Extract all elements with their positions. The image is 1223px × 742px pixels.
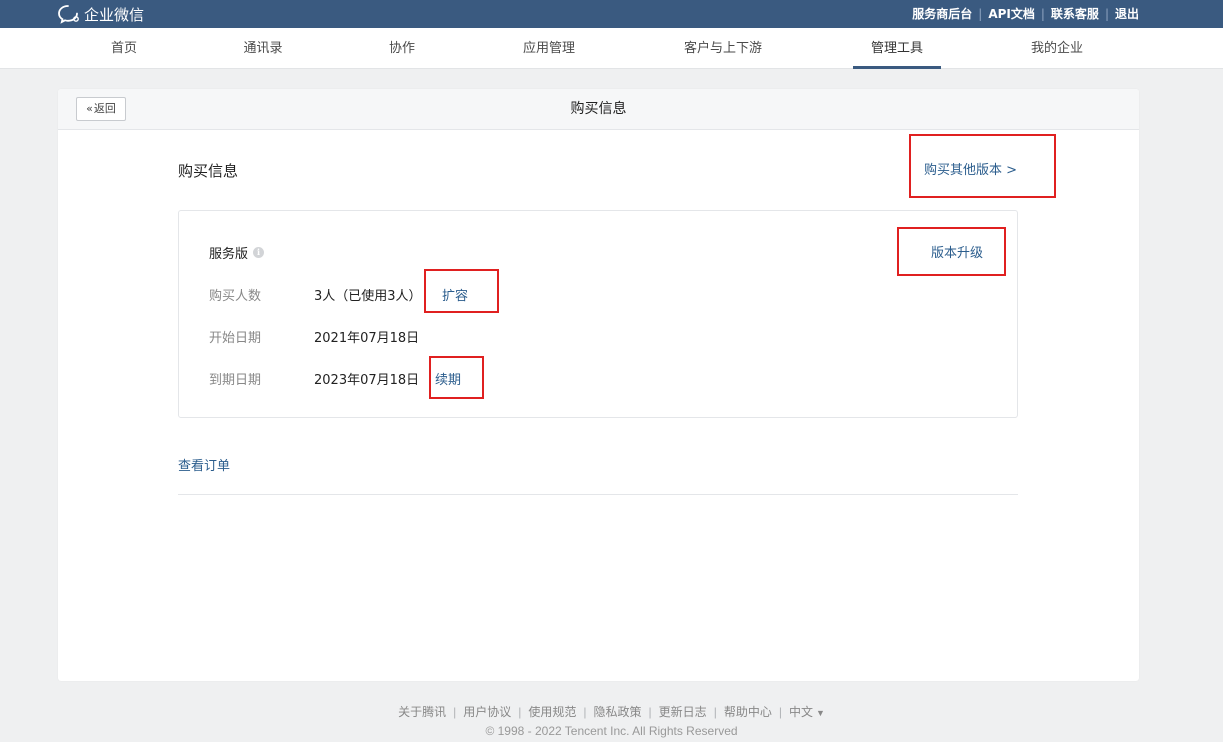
section-title: 购买信息 xyxy=(178,162,239,180)
renew-link[interactable]: 续期 xyxy=(435,369,461,388)
separator: | xyxy=(713,705,717,719)
separator: | xyxy=(1104,6,1109,21)
start-date-label: 开始日期 xyxy=(209,331,262,346)
active-tab-indicator xyxy=(853,66,941,69)
top-links: 服务商后台 | API文档 | 联系客服 | 退出 xyxy=(912,5,1139,22)
brand-logo[interactable]: 企业微信 xyxy=(58,3,144,25)
plan-name: 服务版 i xyxy=(209,243,265,262)
back-button-label: 返回 xyxy=(93,102,116,115)
seat-count-value: 3人（已使用3人） xyxy=(314,289,422,304)
purchase-info-card: 购买信息 «返回 购买信息 购买其他版本 > 服务版 i 版本升级 购买人数 3… xyxy=(58,89,1139,681)
nav-app-management[interactable]: 应用管理 xyxy=(523,28,575,69)
nav-my-enterprise[interactable]: 我的企业 xyxy=(1031,28,1083,69)
expiry-date-label: 到期日期 xyxy=(209,373,262,388)
plan-name-label: 服务版 xyxy=(209,247,249,262)
nav-collaboration[interactable]: 协作 xyxy=(389,28,415,69)
api-docs-link[interactable]: API文档 xyxy=(988,5,1035,22)
double-chevron-left-icon: « xyxy=(86,102,93,115)
contact-support-link[interactable]: 联系客服 xyxy=(1051,5,1099,22)
footer-link-changelog[interactable]: 更新日志 xyxy=(659,705,707,719)
footer-link-usage-rules[interactable]: 使用规范 xyxy=(528,705,576,719)
page-title: 购买信息 xyxy=(570,101,627,117)
seat-count-label: 购买人数 xyxy=(209,289,262,304)
nav-contacts[interactable]: 通讯录 xyxy=(243,28,282,69)
copyright: © 1998 - 2022 Tencent Inc. All Rights Re… xyxy=(485,724,738,738)
buy-other-version-link[interactable]: 购买其他版本 > xyxy=(924,159,1017,178)
separator: | xyxy=(583,705,587,719)
nav-management-tools[interactable]: 管理工具 xyxy=(871,28,923,69)
top-bar: 企业微信 服务商后台 | API文档 | 联系客服 | 退出 xyxy=(0,0,1223,28)
footer-link-privacy[interactable]: 隐私政策 xyxy=(594,705,642,719)
back-button[interactable]: «返回 xyxy=(76,97,126,121)
separator: | xyxy=(453,705,457,719)
logout-link[interactable]: 退出 xyxy=(1115,5,1139,22)
footer-link-help-center[interactable]: 帮助中心 xyxy=(724,705,772,719)
footer-link-about[interactable]: 关于腾讯 xyxy=(398,705,446,719)
separator: | xyxy=(778,705,782,719)
card-header: 购买信息 «返回 xyxy=(58,89,1139,130)
separator: | xyxy=(518,705,522,719)
plan-box: 服务版 i 版本升级 购买人数 3人（已使用3人） 扩容 开始日期 2021年0… xyxy=(178,210,1018,418)
wecom-logo-icon xyxy=(58,5,79,24)
nav-customers[interactable]: 客户与上下游 xyxy=(684,28,762,69)
nav-home[interactable]: 首页 xyxy=(111,28,137,69)
divider xyxy=(178,494,1018,495)
main-nav: 首页 通讯录 协作 应用管理 客户与上下游 管理工具 我的企业 xyxy=(0,28,1223,69)
separator: | xyxy=(978,6,983,21)
expand-capacity-link[interactable]: 扩容 xyxy=(442,285,468,304)
brand-name: 企业微信 xyxy=(84,5,145,24)
separator: | xyxy=(1040,6,1045,21)
partner-console-link[interactable]: 服务商后台 xyxy=(912,5,972,22)
info-icon[interactable]: i xyxy=(253,247,265,258)
upgrade-version-link[interactable]: 版本升级 xyxy=(931,242,983,261)
view-orders-link[interactable]: 查看订单 xyxy=(178,455,230,474)
language-label: 中文 xyxy=(788,705,813,719)
footer-link-user-agreement[interactable]: 用户协议 xyxy=(463,705,511,719)
footer-links: 关于腾讯 | 用户协议 | 使用规范 | 隐私政策 | 更新日志 | 帮助中心 | 中文 ▼ xyxy=(0,703,1223,720)
start-date-value: 2021年07月18日 xyxy=(314,331,420,346)
caret-down-icon: ▼ xyxy=(815,708,825,718)
separator: | xyxy=(648,705,652,719)
expiry-date-value: 2023年07月18日 xyxy=(314,373,420,388)
language-selector[interactable]: 中文 ▼ xyxy=(789,705,825,719)
